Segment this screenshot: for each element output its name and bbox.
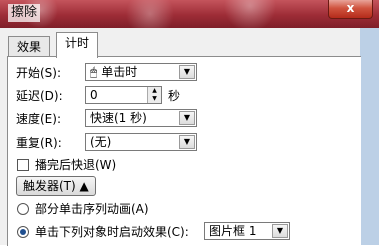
window-title: 擦除	[8, 4, 41, 22]
speed-select[interactable]: 快速(1 秒) ▼	[85, 109, 197, 127]
start-select[interactable]: 🖱 单击时 ▼	[85, 63, 197, 81]
radio-sequence-label[interactable]: 部分单击序列动画(A)	[35, 201, 149, 217]
radio-sequence[interactable]	[17, 203, 29, 215]
repeat-label: 重复(R):	[16, 136, 62, 150]
triggers-button[interactable]: 触发器(T) ▲	[16, 176, 96, 196]
rewind-checkbox[interactable]	[17, 159, 29, 171]
rewind-label[interactable]: 播完后快退(W)	[35, 157, 116, 173]
start-label: 开始(S):	[16, 66, 62, 80]
chevron-down-icon[interactable]: ▼	[179, 65, 195, 79]
delay-stepper[interactable]: 0 ▲ ▼	[85, 86, 162, 104]
close-button[interactable]: x	[328, 0, 373, 19]
repeat-value: (无)	[90, 135, 112, 149]
object-select[interactable]: 图片框 1 ▼	[204, 222, 290, 240]
radio-object[interactable]	[17, 226, 29, 238]
delay-unit: 秒	[168, 89, 181, 103]
delay-label: 延迟(D):	[16, 89, 63, 103]
start-value: 🖱 单击时	[90, 65, 138, 79]
radio-object-label[interactable]: 单击下列对象时启动效果(C):	[35, 224, 189, 240]
window-frame-right	[360, 28, 379, 245]
spin-up-icon[interactable]: ▲	[148, 87, 161, 95]
chevron-down-icon[interactable]: ▼	[179, 111, 195, 125]
delay-spin-buttons[interactable]: ▲ ▼	[147, 87, 161, 103]
repeat-select[interactable]: (无) ▼	[85, 133, 197, 151]
timing-panel: 开始(S): 🖱 单击时 ▼ 延迟(D): 0 ▲ ▼ 秒 速度(E): 快速(1…	[7, 56, 361, 246]
chevron-down-icon[interactable]: ▼	[179, 135, 195, 149]
chevron-down-icon[interactable]: ▼	[272, 224, 288, 238]
delay-value: 0	[90, 88, 98, 102]
close-icon: x	[346, 1, 355, 15]
tab-effect[interactable]: 效果	[8, 36, 51, 57]
dialog-body: 效果 计时 开始(S): 🖱 单击时 ▼ 延迟(D): 0 ▲ ▼ 秒 速度(E)…	[0, 28, 361, 246]
tab-timing[interactable]: 计时	[56, 32, 99, 58]
object-value: 图片框 1	[209, 224, 257, 238]
mouse-icon: 🖱	[90, 65, 98, 79]
spin-down-icon[interactable]: ▼	[148, 95, 161, 103]
window-titlebar: 擦除 x	[0, 0, 379, 28]
speed-value: 快速(1 秒)	[90, 111, 147, 125]
speed-label: 速度(E):	[16, 112, 61, 126]
